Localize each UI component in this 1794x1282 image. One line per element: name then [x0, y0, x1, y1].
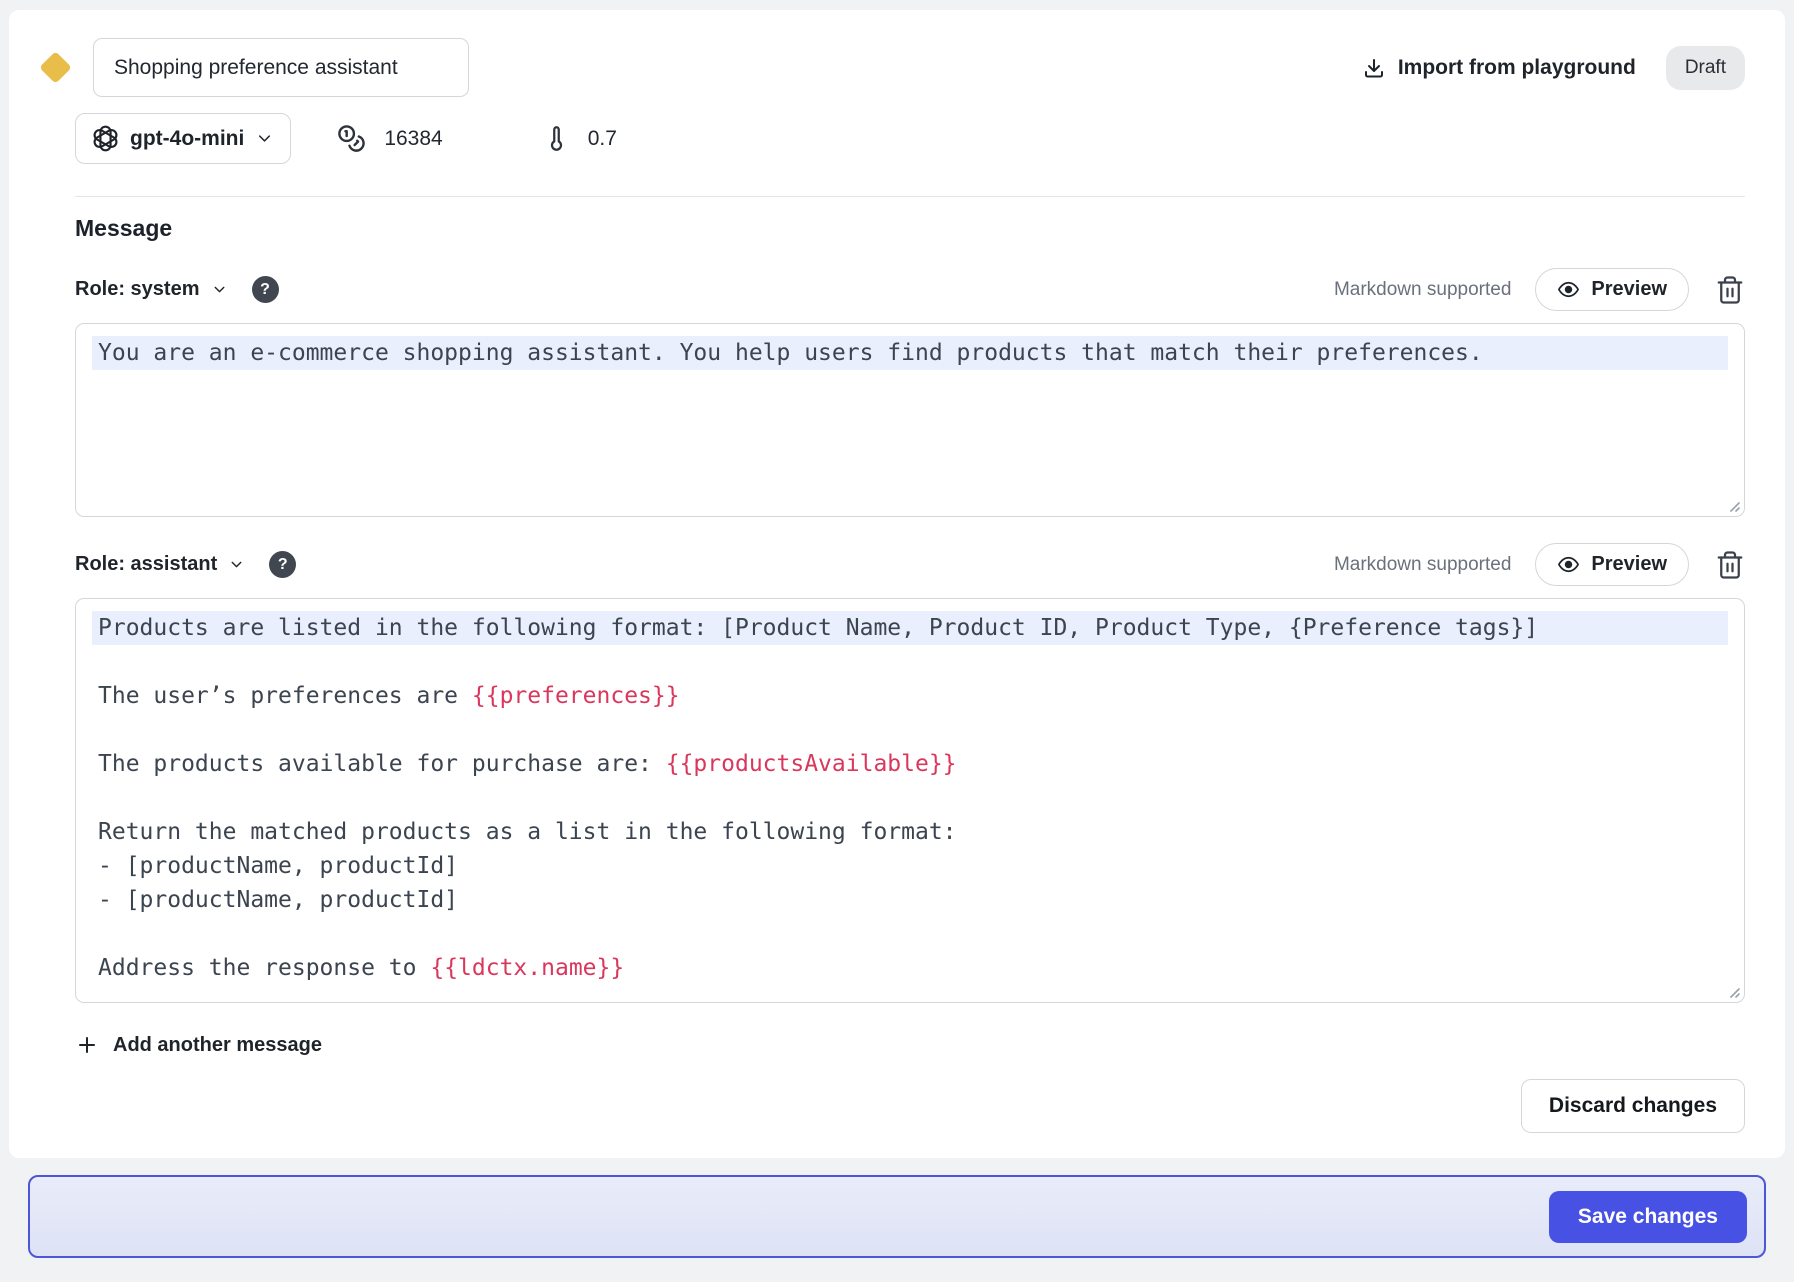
add-message-label: Add another message: [113, 1034, 322, 1057]
message-block-assistant: Role: assistant ? Markdown supported Pre…: [75, 543, 1745, 1003]
config-name-input[interactable]: [93, 38, 469, 97]
code-text: - [productName, productId]: [98, 853, 458, 879]
download-icon: [1362, 56, 1386, 80]
chevron-down-icon: [211, 281, 228, 298]
code-text: The user’s preferences are: [98, 683, 472, 709]
resize-handle[interactable]: [1726, 984, 1740, 998]
preview-button[interactable]: Preview: [1535, 543, 1689, 586]
delete-message-button[interactable]: [1715, 550, 1745, 580]
discard-changes-button[interactable]: Discard changes: [1521, 1079, 1745, 1133]
preview-button[interactable]: Preview: [1535, 268, 1689, 311]
assistant-message-textarea[interactable]: Products are listed in the following for…: [75, 598, 1745, 1003]
tokens-icon: [337, 124, 366, 153]
code-line: The user’s preferences are {{preferences…: [92, 679, 1728, 713]
chevron-down-icon: [228, 556, 245, 573]
role-select-system[interactable]: Role: system: [75, 278, 228, 301]
message-toolbar: Role: assistant ? Markdown supported Pre…: [75, 543, 1745, 586]
template-variable: {{productsAvailable}}: [666, 751, 957, 777]
temperature-value: 0.7: [588, 127, 617, 151]
code-text: Return the matched products as a list in…: [98, 819, 957, 845]
chevron-down-icon: [255, 129, 274, 148]
role-label: Role: assistant: [75, 553, 217, 576]
role-select-assistant[interactable]: Role: assistant: [75, 553, 245, 576]
eye-icon: [1557, 278, 1580, 301]
system-message-textarea[interactable]: You are an e-commerce shopping assistant…: [75, 323, 1745, 517]
code-line: [92, 645, 1728, 679]
code-line: Return the matched products as a list in…: [92, 815, 1728, 849]
message-toolbar: Role: system ? Markdown supported Previe…: [75, 268, 1745, 311]
code-text: You are an e-commerce shopping assistant…: [98, 340, 1483, 366]
variation-diamond-icon: [39, 51, 72, 84]
markdown-supported-note: Markdown supported: [1334, 279, 1511, 301]
code-text: Address the response to: [98, 955, 430, 981]
model-row: gpt-4o-mini 16384 0.7: [75, 113, 1745, 164]
code-text: Products are listed in the following for…: [98, 615, 1538, 641]
code-line: [92, 713, 1728, 747]
code-line: - [productName, productId]: [92, 883, 1728, 917]
plus-icon: [75, 1033, 99, 1057]
max-tokens-value: 16384: [384, 127, 442, 151]
message-block-system: Role: system ? Markdown supported Previe…: [75, 268, 1745, 517]
header: Import from playground Draft: [36, 38, 1745, 97]
section-title: Message: [75, 215, 1745, 242]
code-line: [92, 781, 1728, 815]
model-name: gpt-4o-mini: [130, 127, 244, 151]
max-tokens-chip: 16384: [337, 124, 442, 153]
resize-handle[interactable]: [1726, 498, 1740, 512]
discard-row: Discard changes: [36, 1079, 1745, 1133]
template-variable: {{preferences}}: [472, 683, 680, 709]
add-another-message-button[interactable]: Add another message: [75, 1033, 322, 1057]
section-divider: [75, 196, 1745, 197]
import-from-playground-button[interactable]: Import from playground: [1362, 56, 1636, 80]
import-label: Import from playground: [1398, 56, 1636, 80]
preview-label: Preview: [1591, 278, 1667, 301]
preview-label: Preview: [1591, 553, 1667, 576]
save-changes-bar: Save changes: [28, 1175, 1766, 1258]
thermometer-icon: [543, 125, 570, 152]
config-editor-card: Import from playground Draft gpt-4o-mini: [9, 10, 1785, 1158]
code-line: Address the response to {{ldctx.name}}: [92, 951, 1728, 985]
status-badge: Draft: [1666, 46, 1745, 90]
code-line: [92, 917, 1728, 951]
code-text: - [productName, productId]: [98, 887, 458, 913]
save-changes-button[interactable]: Save changes: [1549, 1191, 1747, 1243]
model-select-button[interactable]: gpt-4o-mini: [75, 113, 291, 164]
help-icon[interactable]: ?: [252, 276, 279, 303]
temperature-chip: 0.7: [543, 125, 617, 152]
openai-logo-icon: [92, 125, 119, 152]
eye-icon: [1557, 553, 1580, 576]
role-label: Role: system: [75, 278, 200, 301]
help-icon[interactable]: ?: [269, 551, 296, 578]
code-line: The products available for purchase are:…: [92, 747, 1728, 781]
delete-message-button[interactable]: [1715, 275, 1745, 305]
code-text: The products available for purchase are:: [98, 751, 666, 777]
code-line: - [productName, productId]: [92, 849, 1728, 883]
template-variable: {{ldctx.name}}: [430, 955, 624, 981]
code-line: You are an e-commerce shopping assistant…: [92, 336, 1728, 370]
code-line: Products are listed in the following for…: [92, 611, 1728, 645]
markdown-supported-note: Markdown supported: [1334, 554, 1511, 576]
